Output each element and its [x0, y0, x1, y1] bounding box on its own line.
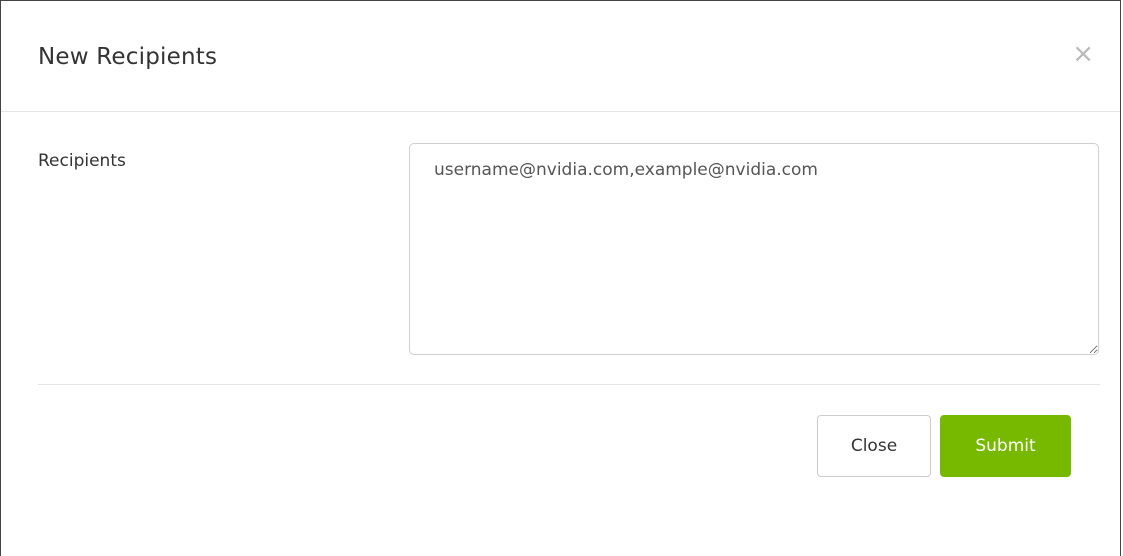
close-button[interactable]: Close	[817, 415, 931, 477]
modal-title: New Recipients	[38, 44, 218, 70]
submit-button[interactable]: Submit	[940, 415, 1071, 477]
new-recipients-modal: New Recipients × Recipients username@nvi…	[0, 0, 1121, 556]
modal-header: New Recipients ×	[1, 1, 1120, 112]
recipients-label: Recipients	[38, 151, 126, 171]
footer-divider	[38, 384, 1100, 385]
close-icon[interactable]: ×	[1072, 41, 1094, 67]
recipients-textarea[interactable]: username@nvidia.com,example@nvidia.com	[409, 143, 1099, 355]
